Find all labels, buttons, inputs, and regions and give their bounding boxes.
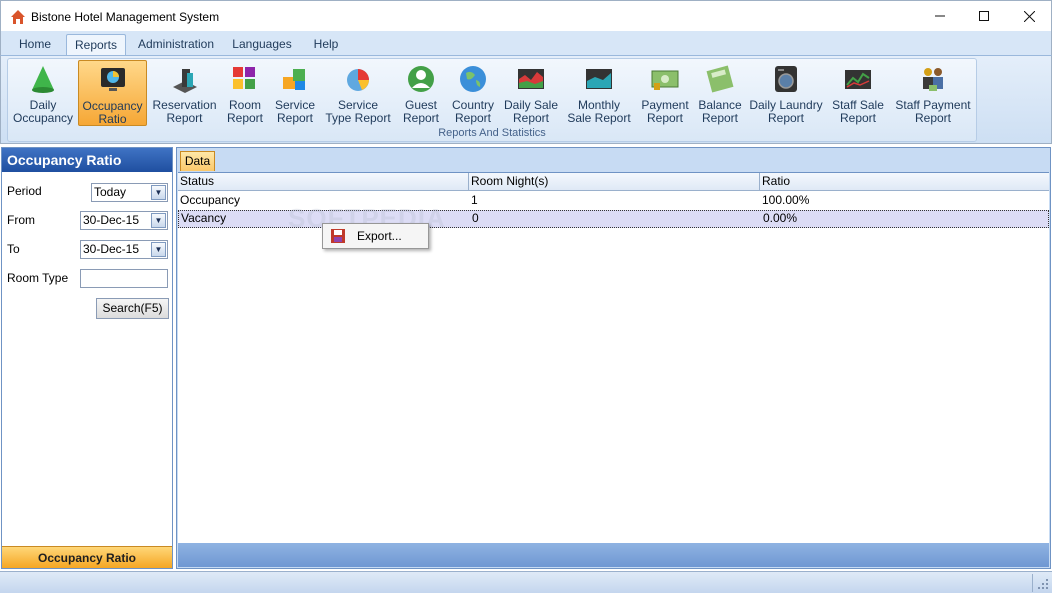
occupancy-ratio-button[interactable]: Occupancy Ratio bbox=[78, 60, 147, 126]
floppy-disk-icon bbox=[331, 229, 345, 243]
staff-sale-report-button[interactable]: Staff Sale Report bbox=[828, 60, 888, 126]
ribbon: Daily Occupancy Occupancy Ratio Reservat… bbox=[0, 55, 1052, 144]
reservation-report-button[interactable]: Reservation Report bbox=[151, 60, 218, 126]
daily-sale-report-button[interactable]: Daily Sale Report bbox=[502, 60, 560, 126]
daily-laundry-report-button[interactable]: Daily Laundry Report bbox=[748, 60, 824, 126]
period-select[interactable]: Today ▼ bbox=[91, 183, 168, 202]
line-chart-icon bbox=[845, 70, 871, 89]
chart-3d-icon bbox=[172, 69, 197, 93]
staff-icon bbox=[923, 68, 943, 91]
column-header-ratio[interactable]: Ratio bbox=[760, 173, 1049, 191]
status-bar bbox=[0, 571, 1052, 593]
tab-home[interactable]: Home bbox=[11, 34, 59, 55]
cubes-icon bbox=[283, 69, 305, 90]
service-type-report-button[interactable]: Service Type Report bbox=[323, 60, 393, 126]
calculator-icon bbox=[706, 65, 734, 93]
daily-occupancy-button[interactable]: Daily Occupancy bbox=[10, 60, 76, 126]
ribbon-group-label: Reports And Statistics bbox=[438, 127, 546, 139]
chevron-down-icon[interactable]: ▼ bbox=[151, 213, 166, 228]
column-header-room-nights[interactable]: Room Night(s) bbox=[469, 173, 760, 191]
filter-panel: Occupancy Ratio Period Today ▼ From 30-D… bbox=[1, 147, 173, 569]
payment-report-button[interactable]: Payment Report bbox=[637, 60, 693, 126]
person-icon bbox=[408, 66, 434, 92]
grid-header: Status Room Night(s) Ratio bbox=[178, 173, 1049, 191]
from-date-picker[interactable]: 30-Dec-15 ▼ bbox=[80, 211, 168, 230]
tab-languages[interactable]: Languages bbox=[227, 34, 297, 55]
room-report-button[interactable]: Room Report bbox=[221, 60, 269, 126]
tab-administration[interactable]: Administration bbox=[134, 34, 218, 55]
close-icon bbox=[1023, 10, 1035, 22]
chevron-down-icon[interactable]: ▼ bbox=[151, 242, 166, 257]
money-icon bbox=[651, 70, 679, 90]
context-menu: Export... bbox=[322, 223, 429, 249]
menu-tab-bar: Home Reports Administration Languages He… bbox=[0, 31, 1052, 55]
room-nights-cell: 1 bbox=[471, 193, 478, 207]
period-label: Period bbox=[7, 184, 42, 198]
laundry-icon bbox=[775, 66, 797, 92]
ratio-cell: 100.00% bbox=[762, 193, 810, 207]
ratio-cell: 0.00% bbox=[763, 211, 798, 225]
service-report-button[interactable]: Service Report bbox=[271, 60, 319, 126]
tab-help[interactable]: Help bbox=[306, 34, 346, 55]
maximize-icon bbox=[979, 11, 989, 21]
close-button[interactable] bbox=[1006, 1, 1052, 31]
status-separator bbox=[1032, 574, 1033, 592]
tab-reports[interactable]: Reports bbox=[66, 34, 126, 55]
cone-icon bbox=[32, 66, 54, 93]
from-label: From bbox=[7, 213, 35, 227]
reports-ribbon-group: Daily Occupancy Occupancy Ratio Reservat… bbox=[7, 58, 977, 142]
chevron-down-icon[interactable]: ▼ bbox=[151, 185, 166, 200]
search-button[interactable]: Search(F5) bbox=[96, 298, 169, 319]
balance-report-button[interactable]: Balance Report bbox=[696, 60, 744, 126]
country-report-button[interactable]: Country Report bbox=[449, 60, 497, 126]
pie-icon bbox=[347, 69, 369, 91]
staff-payment-report-button[interactable]: Staff Payment Report bbox=[893, 60, 973, 126]
to-date-picker[interactable]: 30-Dec-15 ▼ bbox=[80, 240, 168, 259]
minimize-icon bbox=[935, 15, 945, 17]
room-type-input[interactable] bbox=[80, 269, 168, 288]
grid-footer bbox=[178, 543, 1049, 567]
resize-grip-icon[interactable] bbox=[1037, 578, 1049, 590]
monthly-sale-report-button[interactable]: Monthly Sale Report bbox=[565, 60, 633, 126]
window-title: Bistone Hotel Management System bbox=[31, 10, 220, 24]
area-chart-teal-icon bbox=[586, 69, 612, 89]
title-bar: Bistone Hotel Management System bbox=[0, 0, 1052, 31]
house-icon bbox=[11, 10, 25, 24]
tab-data[interactable]: Data bbox=[180, 151, 215, 171]
area-chart-icon bbox=[518, 69, 544, 89]
column-header-status[interactable]: Status bbox=[178, 173, 469, 191]
to-label: To bbox=[7, 242, 20, 256]
export-menu-item[interactable]: Export... bbox=[325, 226, 426, 246]
globe-icon bbox=[460, 66, 486, 92]
maximize-button[interactable] bbox=[961, 1, 1007, 31]
room-nights-cell: 0 bbox=[472, 211, 479, 225]
filter-panel-title: Occupancy Ratio bbox=[2, 148, 172, 172]
minimize-button[interactable] bbox=[917, 1, 963, 31]
occupancy-ratio-nav-item[interactable]: Occupancy Ratio bbox=[2, 546, 172, 568]
room-type-label: Room Type bbox=[7, 271, 69, 285]
monitor-chart-icon bbox=[100, 68, 125, 91]
blocks-icon bbox=[233, 67, 255, 89]
guest-report-button[interactable]: Guest Report bbox=[397, 60, 445, 126]
